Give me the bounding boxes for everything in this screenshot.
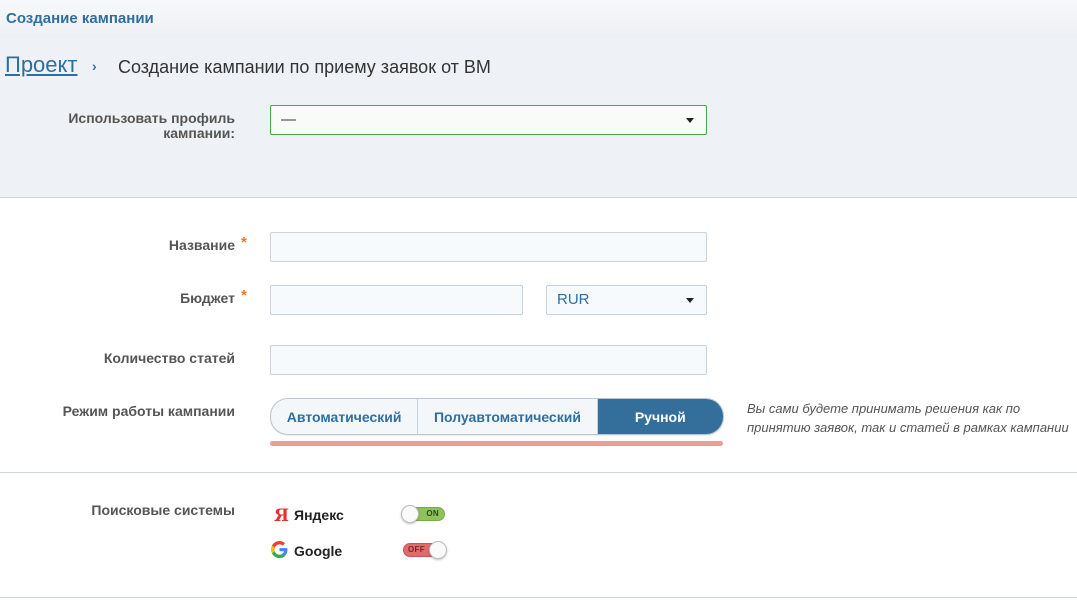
google-icon (271, 541, 288, 558)
budget-label: Бюджет (180, 290, 235, 306)
toggle-state-label: OFF (408, 545, 425, 554)
mode-hint: Вы сами будете принимать решения как по … (747, 401, 1069, 435)
mode-option-manual[interactable]: Ручной (597, 399, 723, 434)
google-toggle[interactable]: OFF (403, 541, 447, 559)
profile-label: Использовать профиль кампании: (68, 110, 235, 141)
name-label: Название (168, 237, 235, 253)
toggle-knob (429, 541, 447, 559)
yandex-icon: Я (274, 506, 289, 526)
toggle-state-label: ON (426, 509, 439, 518)
articles-input[interactable] (270, 345, 707, 375)
required-mark: * (241, 234, 247, 251)
name-input[interactable] (270, 232, 707, 262)
chevron-down-icon (686, 298, 694, 303)
mode-segmented-control: Автоматический Полуавтоматический Ручной (270, 398, 724, 435)
engine-name-google: Google (294, 543, 343, 559)
profile-select[interactable]: — (270, 105, 707, 135)
mode-option-automatic[interactable]: Автоматический (271, 399, 419, 434)
window-title: Создание кампании (6, 10, 154, 27)
mode-highlight-bar (270, 441, 723, 446)
required-mark: * (241, 287, 247, 304)
mode-label: Режим работы кампании (62, 403, 235, 419)
window-titlebar: Создание кампании (0, 0, 1077, 38)
articles-label: Количество статей (103, 350, 235, 366)
search-engines-label: Поисковые системы (91, 502, 235, 518)
yandex-toggle[interactable]: ON (401, 505, 445, 523)
breadcrumb-separator-icon: › (92, 58, 97, 74)
currency-select-value: RUR (557, 291, 590, 308)
breadcrumb-project-link[interactable]: Проект (5, 52, 77, 78)
engine-name-yandex: Яндекс (294, 507, 344, 523)
budget-input[interactable] (270, 285, 523, 315)
section-divider (0, 472, 1077, 473)
mode-option-semiautomatic[interactable]: Полуавтоматический (418, 399, 598, 434)
currency-select[interactable]: RUR (546, 285, 707, 315)
toggle-knob (401, 505, 419, 523)
profile-select-value: — (281, 111, 296, 128)
chevron-down-icon (686, 118, 694, 123)
section-divider (0, 597, 1077, 598)
page-title: Создание кампании по приему заявок от ВМ (118, 57, 491, 77)
